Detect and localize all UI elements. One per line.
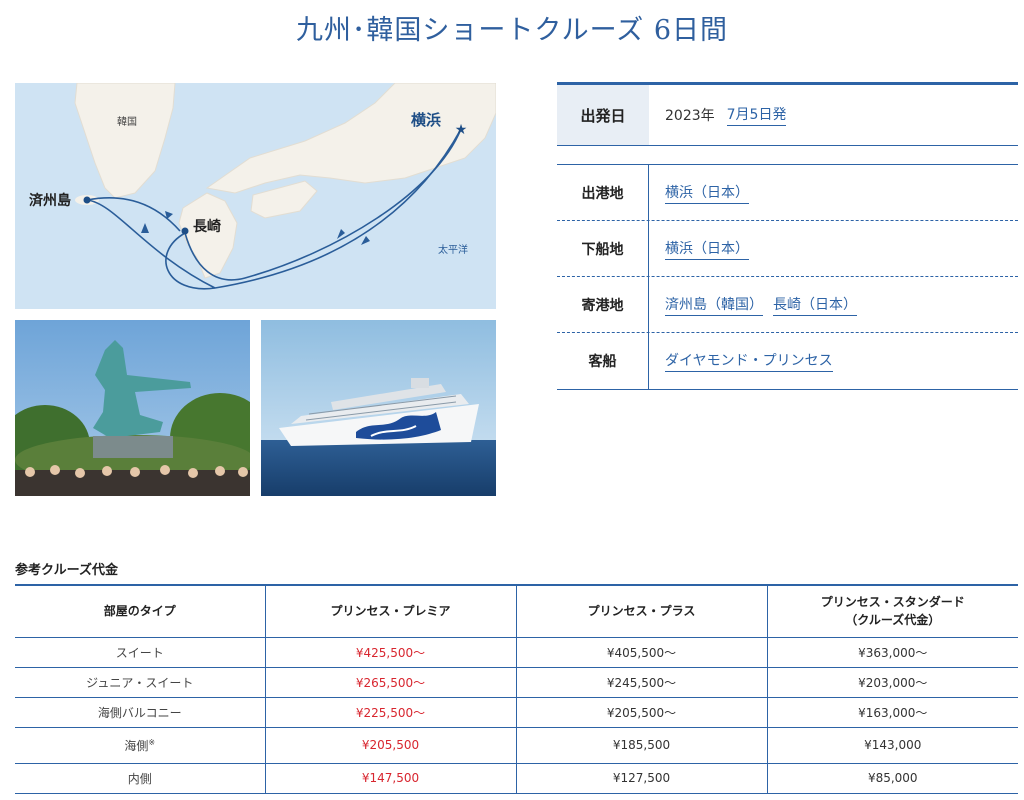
port-label: 客船: [557, 333, 649, 389]
port-link-nagasaki[interactable]: 長崎（日本）: [773, 294, 857, 316]
port-row-departure: 出港地 横浜（日本）: [557, 165, 1018, 221]
port-row-disembark: 下船地 横浜（日本）: [557, 221, 1018, 277]
port-row-calls: 寄港地 済州島（韓国） 長崎（日本）: [557, 277, 1018, 333]
col-room-type: 部屋のタイプ: [15, 584, 265, 638]
port-row-ship: 客船 ダイヤモンド・プリンセス: [557, 333, 1018, 389]
table-row: 海側バルコニー ¥225,500～ ¥205,500～ ¥163,000～: [15, 697, 1018, 728]
port-label: 寄港地: [557, 277, 649, 332]
price-plus: ¥405,500～: [515, 637, 767, 668]
honshu-landmass: [205, 83, 496, 194]
room-type: ジュニア・スイート: [15, 667, 265, 698]
room-type: 内側: [15, 763, 265, 794]
route-map-svg: ★ 韓国 横浜 済州島 長崎 太平洋: [29, 83, 496, 290]
label-nagasaki: 長崎: [193, 218, 221, 235]
label-yokohama: 横浜: [411, 111, 441, 129]
label-pacific: 太平洋: [438, 243, 468, 256]
route-map: ★ 韓国 横浜 済州島 長崎 太平洋: [15, 83, 496, 309]
price-plus: ¥245,500～: [515, 667, 767, 698]
price-section-title: 参考クルーズ代金: [15, 563, 118, 578]
col-standard: プリンセス・スタンダード （クルーズ代金）: [766, 584, 1018, 638]
price-plus: ¥185,500: [515, 727, 767, 764]
table-row: スイート ¥425,500～ ¥405,500～ ¥363,000～: [15, 637, 1018, 668]
price-premier: ¥265,500～: [264, 667, 516, 698]
departure-date: 7月5日発: [726, 104, 787, 126]
room-type: 海側バルコニー: [15, 697, 265, 728]
table-row: ジュニア・スイート ¥265,500～ ¥245,500～ ¥203,000～: [15, 667, 1018, 698]
price-plus: ¥127,500: [515, 763, 767, 794]
label-korea: 韓国: [117, 116, 137, 128]
price-premier: ¥205,500: [264, 727, 516, 764]
port-table: 出港地 横浜（日本） 下船地 横浜（日本） 寄港地 済州島（韓国） 長崎（日本）…: [557, 164, 1018, 390]
price-standard: ¥143,000: [766, 727, 1018, 764]
price-plus: ¥205,500～: [515, 697, 767, 728]
korea-landmass: [74, 83, 176, 199]
svg-text:★: ★: [455, 122, 468, 138]
port-label: 下船地: [557, 221, 649, 276]
port-link-yokohama[interactable]: 横浜（日本）: [665, 182, 749, 204]
table-row: 内側 ¥147,500 ¥127,500 ¥85,000: [15, 763, 1018, 794]
port-link-yokohama[interactable]: 横浜（日本）: [665, 238, 749, 260]
departure-row: 出発日 2023年 7月5日発: [557, 82, 1018, 146]
price-table: 部屋のタイプ プリンセス・プレミア プリンセス・プラス プリンセス・スタンダード…: [15, 584, 1018, 794]
departure-label: 出発日: [557, 85, 649, 145]
label-jeju: 済州島: [29, 192, 71, 209]
price-standard: ¥363,000～: [766, 637, 1018, 668]
footnote-mark: ※: [148, 737, 156, 747]
departure-year: 2023年: [665, 108, 715, 124]
room-type: スイート: [15, 637, 265, 668]
shikoku-landmass: [250, 180, 318, 219]
price-premier: ¥147,500: [264, 763, 516, 794]
kyushu-landmass: [178, 192, 238, 279]
price-standard: ¥203,000～: [766, 667, 1018, 698]
price-premier: ¥225,500～: [264, 697, 516, 728]
room-type: 海側※: [15, 727, 265, 764]
col-plus: プリンセス・プラス: [515, 584, 767, 638]
price-standard: ¥163,000～: [766, 697, 1018, 728]
cruise-info: 出発日 2023年 7月5日発 出港地 横浜（日本） 下船地 横浜（日本） 寄港…: [557, 82, 1018, 390]
port-link-jeju[interactable]: 済州島（韓国）: [665, 294, 763, 316]
price-standard: ¥85,000: [766, 763, 1018, 794]
table-row: 海側※ ¥205,500 ¥185,500 ¥143,000: [15, 727, 1018, 764]
price-premier: ¥425,500～: [264, 637, 516, 668]
cruise-ship-photo: [261, 320, 496, 496]
col-premier: プリンセス・プレミア: [264, 584, 516, 638]
peace-statue-photo: [15, 320, 250, 496]
page-title: 九州･韓国ショートクルーズ 6日間: [295, 15, 729, 46]
port-label: 出港地: [557, 165, 649, 220]
ship-link[interactable]: ダイヤモンド・プリンセス: [665, 350, 833, 372]
